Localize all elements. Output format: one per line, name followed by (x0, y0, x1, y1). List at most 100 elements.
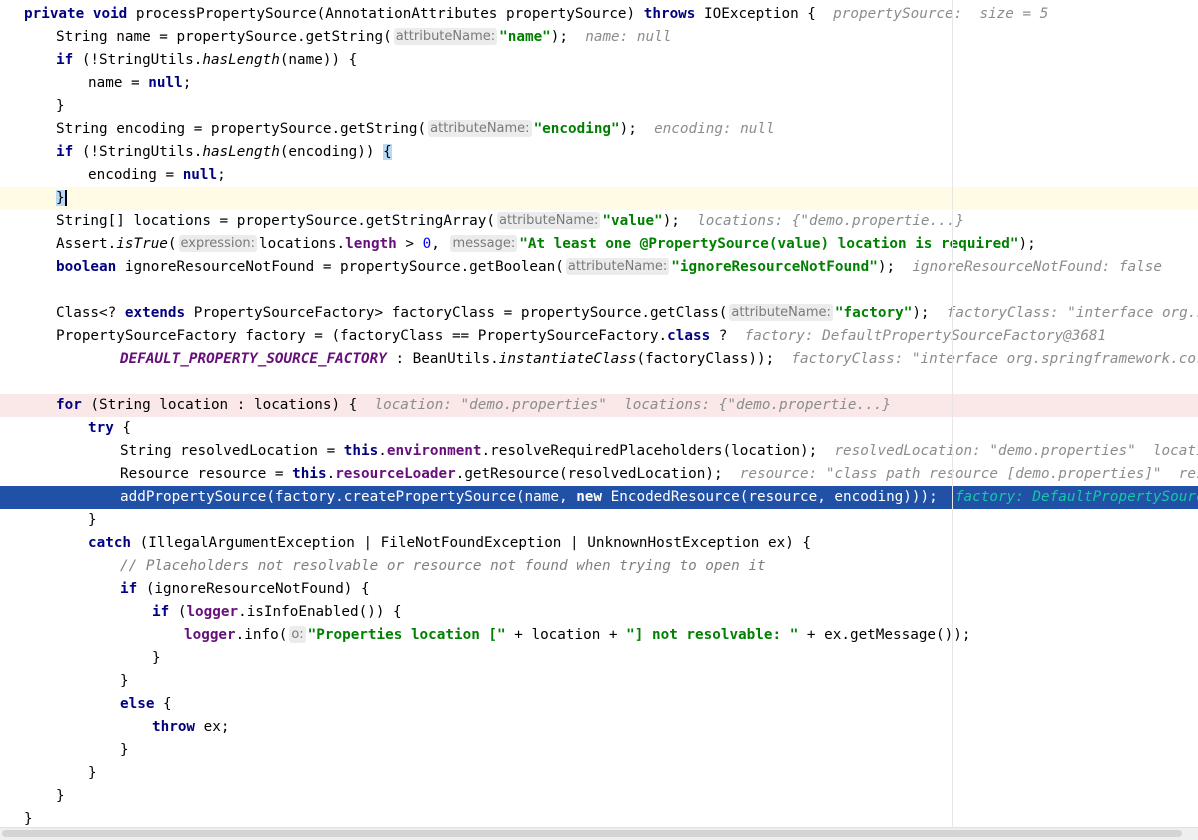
code-line[interactable]: if (!StringUtils.hasLength(encoding)) { (0, 141, 1198, 164)
code-line[interactable]: PropertySourceFactory factory = (factory… (0, 325, 1198, 348)
code-line-content: if (logger.isInfoEnabled()) { (152, 601, 402, 624)
code-text: String name = propertySource.getString( (56, 29, 392, 45)
code-text: } (120, 673, 129, 689)
caret-line[interactable]: } (0, 187, 1198, 210)
code-line[interactable]: } (0, 647, 1198, 670)
code-text: ); (662, 213, 698, 229)
keyword: if (120, 581, 138, 597)
code-line[interactable]: } (0, 762, 1198, 785)
string-literal: "At least one @PropertySource(value) loc… (519, 236, 1019, 252)
code-text: (encoding)) (279, 144, 384, 160)
parameter-hint: attributeName: (393, 28, 498, 45)
code-text: locations. (259, 236, 346, 252)
code-line[interactable] (0, 371, 1198, 394)
debug-inline-value: encoding: null (654, 121, 775, 137)
code-line[interactable]: String[] locations = propertySource.getS… (0, 210, 1198, 233)
code-line[interactable]: if (ignoreResourceNotFound) { (0, 578, 1198, 601)
code-line[interactable]: } (0, 95, 1198, 118)
parameter-hint: attributeName: (496, 212, 601, 229)
code-text: String encoding = propertySource.getStri… (56, 121, 427, 137)
code-text: ); (912, 305, 947, 321)
code-line[interactable]: Class<? extends PropertySourceFactory> f… (0, 302, 1198, 325)
code-line[interactable]: name = null; (0, 72, 1198, 95)
code-line-content: } (120, 739, 129, 762)
code-text: + location + (505, 627, 627, 643)
code-line[interactable]: try { (0, 417, 1198, 440)
horizontal-scroll-thumb[interactable] (2, 830, 1182, 837)
string-literal: "factory" (834, 305, 913, 321)
breakpoint-line[interactable]: for (String location : locations) { loca… (0, 394, 1198, 417)
keyword: null (148, 75, 183, 91)
code-line[interactable]: } (0, 785, 1198, 808)
code-line-content: addPropertySource(factory.createProperty… (120, 486, 1198, 509)
code-line-content: encoding = null; (88, 164, 226, 187)
string-literal: "name" (499, 29, 551, 45)
debug-inline-value: factoryClass: "interface org.springframe… (946, 305, 1198, 321)
keyword: throw (152, 719, 196, 735)
code-editor[interactable]: private void processPropertySource(Annot… (0, 0, 1198, 827)
code-line[interactable]: Resource resource = this.resourceLoader.… (0, 463, 1198, 486)
code-line[interactable]: encoding = null; (0, 164, 1198, 187)
code-text: Class<? (56, 305, 125, 321)
debug-inline-value: factoryClass: "interface org.springframe… (791, 351, 1198, 367)
code-line[interactable]: String encoding = propertySource.getStri… (0, 118, 1198, 141)
keyword: extends (124, 305, 186, 321)
horizontal-scrollbar[interactable] (0, 827, 1198, 840)
code-line[interactable]: } (0, 739, 1198, 762)
code-line[interactable]: else { (0, 693, 1198, 716)
debug-inline-value: factory: DefaultPropertySourceFactory@36… (744, 328, 1107, 344)
code-text: (name)) { (279, 52, 358, 68)
code-text: Assert. (56, 236, 117, 252)
code-line-content: if (ignoreResourceNotFound) { (120, 578, 370, 601)
code-line[interactable]: // Placeholders not resolvable or resour… (0, 555, 1198, 578)
keyword: if (152, 604, 170, 620)
keyword: catch (88, 535, 132, 551)
current-execution-line[interactable]: addPropertySource(factory.createProperty… (0, 486, 1198, 509)
field-ref: environment (386, 443, 482, 459)
code-line[interactable]: String resolvedLocation = this.environme… (0, 440, 1198, 463)
code-line-content: logger.info(o: "Properties location [" + … (184, 624, 970, 647)
code-line[interactable] (0, 279, 1198, 302)
code-text: (!StringUtils. (73, 52, 203, 68)
code-line-content: String name = propertySource.getString(a… (56, 26, 671, 49)
code-line-content: } (120, 670, 129, 693)
keyword: class (667, 328, 711, 344)
debug-inline-value: ignoreResourceNotFound: false (912, 259, 1162, 275)
code-text: (!StringUtils. (73, 144, 203, 160)
field-ref: length (345, 236, 397, 252)
code-text: > (396, 236, 423, 252)
keyword: this (343, 443, 379, 459)
code-line[interactable]: throw ex; (0, 716, 1198, 739)
code-text: , (431, 236, 449, 252)
code-text: ? (710, 328, 745, 344)
code-line-content: throw ex; (152, 716, 229, 739)
caret-brace: } (56, 190, 67, 206)
debug-inline-value: locations: {"demo.propertie...} (697, 213, 964, 229)
code-line-content: try { (88, 417, 131, 440)
code-line[interactable]: String name = propertySource.getString(a… (0, 26, 1198, 49)
code-line-content: } (56, 95, 65, 118)
code-line[interactable]: logger.info(o: "Properties location [" + … (0, 624, 1198, 647)
code-line[interactable]: if (!StringUtils.hasLength(name)) { (0, 49, 1198, 72)
code-line-content: Assert.isTrue(expression: locations.lengt… (56, 233, 1036, 256)
code-text: (ignoreResourceNotFound) { (137, 581, 370, 597)
code-text: ); (619, 121, 655, 137)
code-line[interactable]: Assert.isTrue(expression: locations.lengt… (0, 233, 1198, 256)
code-text: PropertySourceFactory> factoryClass = pr… (185, 305, 728, 321)
static-method: hasLength (202, 144, 280, 160)
code-line[interactable]: catch (IllegalArgumentException | FileNo… (0, 532, 1198, 555)
code-text: EncodedResource(resource, encoding))); (602, 489, 955, 505)
parameter-hint: attributeName: (729, 304, 833, 321)
code-line-content: String resolvedLocation = this.environme… (120, 440, 1198, 463)
code-line[interactable]: DEFAULT_PROPERTY_SOURCE_FACTORY : BeanUt… (0, 348, 1198, 371)
code-line[interactable]: } (0, 509, 1198, 532)
code-line[interactable]: } (0, 670, 1198, 693)
code-text: ignoreResourceNotFound = propertySource.… (116, 259, 564, 275)
code-line[interactable]: boolean ignoreResourceNotFound = propert… (0, 256, 1198, 279)
parameter-hint: expression: (178, 235, 258, 252)
code-line[interactable]: if (logger.isInfoEnabled()) { (0, 601, 1198, 624)
right-margin-guide (952, 0, 953, 827)
code-line[interactable]: private void processPropertySource(Annot… (0, 3, 1198, 26)
string-literal: "] not resolvable: " (626, 627, 799, 643)
code-line-content: catch (IllegalArgumentException | FileNo… (88, 532, 811, 555)
